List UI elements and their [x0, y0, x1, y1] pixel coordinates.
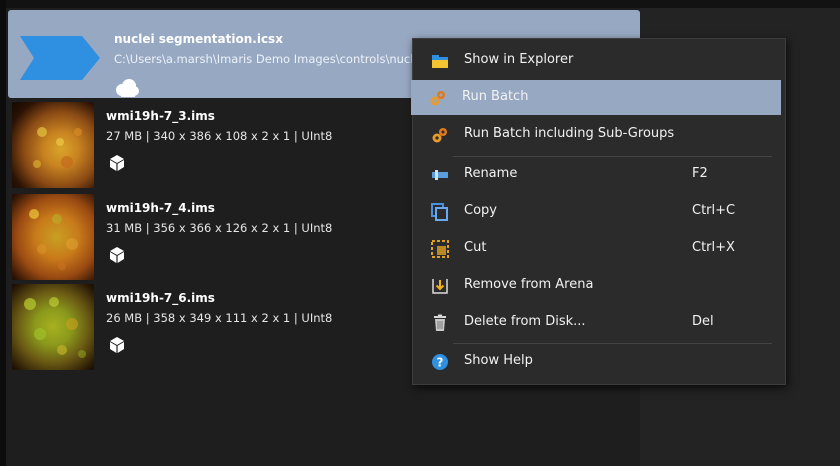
cube-icon — [110, 337, 124, 353]
menu-item-copy[interactable]: Copy Ctrl+C — [413, 194, 783, 229]
menu-item-show-in-explorer[interactable]: Show in Explorer — [413, 43, 783, 78]
menu-item-rename[interactable]: Rename F2 — [413, 157, 783, 192]
menu-item-label: Delete from Disk... — [464, 314, 586, 329]
dataset-row[interactable]: wmi19h-7_6.ims 26 MB | 358 x 349 x 111 x… — [8, 284, 408, 376]
left-border — [0, 0, 6, 466]
remove-icon — [432, 279, 448, 294]
batch-arrow-icon — [20, 36, 100, 80]
batch-name: nuclei segmentation.icsx — [114, 32, 283, 46]
batch-path: C:\Users\a.marsh\Imaris Demo Images\cont… — [114, 52, 420, 66]
menu-item-label: Run Batch — [462, 89, 529, 104]
cube-icon — [110, 155, 124, 171]
dataset-thumbnail — [12, 284, 94, 370]
menu-item-shortcut: Ctrl+X — [692, 240, 735, 255]
gears-icon — [432, 128, 447, 143]
dataset-info: 26 MB | 358 x 349 x 111 x 2 x 1 | UInt8 — [106, 311, 333, 325]
menu-item-run-batch[interactable]: Run Batch — [411, 80, 781, 115]
trash-icon — [434, 314, 446, 331]
dataset-name: wmi19h-7_4.ims — [106, 201, 215, 215]
cloud-icon — [116, 79, 139, 97]
menu-item-label: Show Help — [464, 353, 533, 368]
menu-item-label: Show in Explorer — [464, 52, 574, 67]
folder-icon — [432, 55, 448, 68]
copy-icon — [431, 203, 448, 221]
dataset-info: 31 MB | 356 x 366 x 126 x 2 x 1 | UInt8 — [106, 221, 333, 235]
help-icon: ? — [432, 354, 448, 370]
menu-item-shortcut: Ctrl+C — [692, 203, 736, 218]
cube-icon — [110, 247, 124, 263]
svg-text:?: ? — [437, 356, 444, 370]
menu-item-shortcut: Del — [692, 314, 714, 329]
cut-icon — [431, 240, 449, 258]
dataset-name: wmi19h-7_6.ims — [106, 291, 215, 305]
menu-item-delete-from-disk[interactable]: Delete from Disk... Del — [413, 305, 783, 340]
dataset-name: wmi19h-7_3.ims — [106, 109, 215, 123]
menu-item-cut[interactable]: Cut Ctrl+X — [413, 231, 783, 266]
dataset-thumbnail — [12, 102, 94, 188]
dataset-thumbnail — [12, 194, 94, 280]
gears-icon — [430, 91, 445, 106]
menu-item-show-help[interactable]: ? Show Help — [413, 344, 783, 379]
dataset-info: 27 MB | 340 x 386 x 108 x 2 x 1 | UInt8 — [106, 129, 333, 143]
menu-item-shortcut: F2 — [692, 166, 708, 181]
context-menu: Show in Explorer Run Batch Run Batch inc… — [411, 38, 786, 385]
dataset-row[interactable]: wmi19h-7_4.ims 31 MB | 356 x 366 x 126 x… — [8, 194, 408, 286]
menu-item-label: Copy — [464, 203, 497, 218]
dataset-row[interactable]: wmi19h-7_3.ims 27 MB | 340 x 386 x 108 x… — [8, 102, 408, 194]
rename-icon — [432, 170, 448, 180]
menu-item-label: Remove from Arena — [464, 277, 594, 292]
top-border — [0, 0, 840, 8]
menu-item-run-batch-subgroups[interactable]: Run Batch including Sub-Groups — [413, 117, 783, 152]
menu-item-remove-from-arena[interactable]: Remove from Arena — [413, 268, 783, 303]
menu-item-label: Run Batch including Sub-Groups — [464, 126, 675, 141]
menu-item-label: Rename — [464, 166, 518, 181]
menu-item-label: Cut — [464, 240, 487, 255]
